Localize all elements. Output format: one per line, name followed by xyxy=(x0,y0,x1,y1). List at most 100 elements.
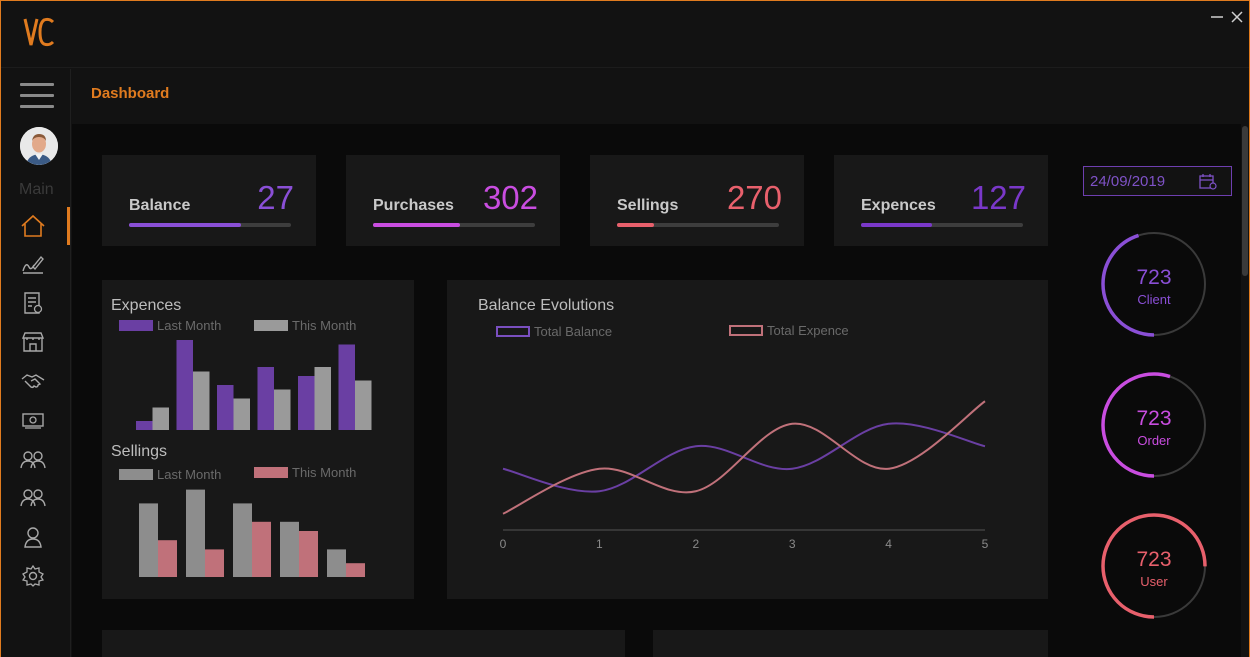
page-header: Dashboard xyxy=(72,69,1249,124)
stat-value: 302 xyxy=(482,179,538,216)
invoice-icon xyxy=(24,292,43,314)
stat-card-purchases: Purchases 302 xyxy=(346,155,560,246)
bar xyxy=(136,421,153,430)
ring-stat-order: 723 Order xyxy=(1100,371,1208,479)
sellings-bar-chart xyxy=(139,489,365,577)
bar xyxy=(193,371,210,430)
date-value: 24/09/2019 xyxy=(1090,173,1166,190)
sidebar-item-store[interactable] xyxy=(18,327,48,357)
bar xyxy=(298,376,315,430)
users-icon xyxy=(20,451,46,469)
legend-swatch xyxy=(729,325,763,336)
sellings-legend-this-month: This Month xyxy=(254,465,356,480)
signature-icon xyxy=(22,255,44,274)
bar xyxy=(158,540,177,577)
bar xyxy=(346,563,365,577)
balance-chart-title: Balance Evolutions xyxy=(478,297,615,314)
sidebar: Main xyxy=(1,69,71,657)
stat-card-sellings: Sellings 270 xyxy=(590,155,804,246)
stat-label: Expences xyxy=(861,197,936,214)
ring-stat-user: 723 User xyxy=(1100,512,1208,620)
stat-progress-track xyxy=(373,223,535,227)
close-button[interactable] xyxy=(1229,9,1245,25)
expences-bar-chart xyxy=(136,340,372,430)
page-title: Dashboard xyxy=(91,85,170,102)
legend-swatch xyxy=(254,320,288,331)
sidebar-section-label: Main xyxy=(19,181,54,198)
stat-progress-track xyxy=(617,223,779,227)
legend-total-balance: Total Balance xyxy=(496,324,612,339)
ring-label: User xyxy=(1140,574,1168,589)
series-line xyxy=(502,422,986,493)
stat-progress-track xyxy=(861,223,1023,227)
sellings-chart-title: Sellings xyxy=(111,443,168,460)
stat-value: 127 xyxy=(970,179,1026,216)
minimize-button[interactable] xyxy=(1209,9,1225,25)
stat-card-expences: Expences 127 xyxy=(834,155,1048,246)
stat-label: Sellings xyxy=(617,197,679,214)
bar xyxy=(314,367,331,430)
x-tick-label: 3 xyxy=(789,537,796,551)
legend-swatch xyxy=(119,469,153,480)
menu-toggle-button[interactable] xyxy=(20,83,54,109)
stat-progress-fill xyxy=(129,223,241,227)
ring-label: Client xyxy=(1137,292,1171,307)
sidebar-item-home[interactable] xyxy=(18,211,48,241)
bottom-left-panel xyxy=(102,630,625,657)
ring-value: 723 xyxy=(1136,266,1172,289)
bar xyxy=(152,407,169,430)
stat-label: Balance xyxy=(129,197,191,214)
app-logo xyxy=(23,17,55,47)
stat-card-balance: Balance 27 xyxy=(102,155,316,246)
sidebar-item-deals[interactable] xyxy=(18,366,48,396)
legend-label: Total Balance xyxy=(534,324,613,339)
ring-label: Order xyxy=(1137,433,1171,448)
stat-value: 27 xyxy=(257,179,294,216)
handshake-icon xyxy=(21,374,45,389)
sidebar-item-profile[interactable] xyxy=(18,522,48,552)
sidebar-item-sign[interactable] xyxy=(18,249,48,279)
hamburger-line xyxy=(20,83,54,86)
hamburger-line xyxy=(20,105,54,108)
sidebar-item-team[interactable] xyxy=(18,483,48,513)
bar-charts-panel: Expences Last Month This Month Sellings … xyxy=(102,280,414,599)
bar xyxy=(327,549,346,577)
stat-progress-track xyxy=(129,223,291,227)
stat-label: Purchases xyxy=(373,197,454,214)
bar xyxy=(233,398,250,430)
legend-label: Last Month xyxy=(157,318,222,333)
stat-progress-fill xyxy=(373,223,461,227)
sidebar-item-money[interactable] xyxy=(18,405,48,435)
date-picker[interactable]: 24/09/2019 xyxy=(1083,166,1232,196)
legend-swatch xyxy=(496,326,530,337)
scrollbar-thumb[interactable] xyxy=(1242,126,1248,276)
vertical-scrollbar[interactable] xyxy=(1241,124,1249,657)
bar xyxy=(205,549,224,577)
bar xyxy=(233,503,252,577)
stat-value: 270 xyxy=(726,179,782,216)
sidebar-item-settings[interactable] xyxy=(18,561,48,591)
hamburger-line xyxy=(20,94,54,97)
ring-stat-client: 723 Client xyxy=(1100,230,1208,338)
legend-label: Total Expence xyxy=(767,323,849,338)
legend-label: Last Month xyxy=(157,467,222,482)
bar xyxy=(274,389,291,430)
bar xyxy=(139,503,158,577)
sellings-legend-last-month: Last Month xyxy=(119,467,221,482)
gear-icon xyxy=(22,565,44,587)
user-avatar-image xyxy=(20,127,58,165)
x-tick-label: 0 xyxy=(500,537,507,551)
ring-value: 723 xyxy=(1136,548,1172,571)
title-bar xyxy=(1,1,1249,68)
stat-progress-fill xyxy=(861,223,933,227)
bar xyxy=(186,489,205,577)
user-icon xyxy=(24,527,42,548)
bar xyxy=(338,344,355,430)
sidebar-item-clients[interactable] xyxy=(18,445,48,475)
x-tick-label: 5 xyxy=(982,537,989,551)
avatar[interactable] xyxy=(20,127,58,165)
legend-label: This Month xyxy=(292,465,357,480)
home-icon xyxy=(21,214,45,237)
sidebar-item-invoice[interactable] xyxy=(18,288,48,318)
expences-chart-title: Expences xyxy=(111,297,182,314)
